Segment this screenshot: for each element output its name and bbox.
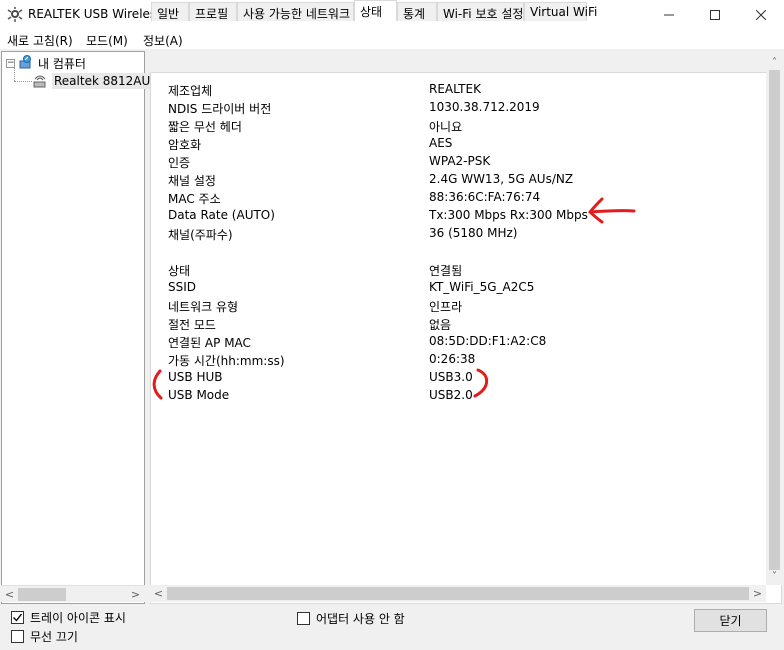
wireless-adapter-icon bbox=[33, 75, 46, 88]
tree-horizontal-scrollbar[interactable]: < > bbox=[1, 585, 145, 602]
scroll-thumb[interactable] bbox=[18, 588, 66, 601]
scroll-right-icon[interactable]: > bbox=[127, 586, 144, 603]
label-manufacturer: 제조업체 bbox=[168, 84, 213, 98]
value-ap-mac: 08:5D:DD:F1:A2:C8 bbox=[429, 334, 547, 348]
label-data-rate: Data Rate (AUTO) bbox=[168, 208, 275, 222]
label-power-save: 절전 모드 bbox=[168, 318, 216, 332]
menu-bar: 새로 고침(R) 모드(M) 정보(A) bbox=[0, 30, 784, 49]
scroll-up-icon[interactable]: ˄ bbox=[766, 54, 783, 71]
label-authentication: 인증 bbox=[168, 156, 191, 170]
close-button[interactable]: 닫기 bbox=[694, 609, 767, 632]
realtek-app-icon bbox=[7, 7, 23, 22]
menu-refresh[interactable]: 새로 고침(R) bbox=[7, 32, 73, 49]
value-authentication: WPA2-PSK bbox=[429, 154, 491, 168]
scroll-right-icon[interactable]: > bbox=[749, 585, 766, 602]
menu-mode[interactable]: 모드(M) bbox=[86, 32, 128, 49]
disable-adapter-label: 어댑터 사용 안 함 bbox=[316, 612, 405, 626]
tab-statistics[interactable]: 통계 bbox=[397, 2, 437, 21]
tree-child-label: Realtek 8812AU bbox=[52, 73, 153, 89]
checkmark-icon bbox=[13, 613, 23, 622]
collapse-icon[interactable]: − bbox=[6, 58, 15, 68]
maximize-icon bbox=[710, 10, 720, 20]
close-icon bbox=[756, 10, 766, 20]
label-uptime: 가동 시간(hh:mm:ss) bbox=[168, 354, 285, 368]
label-channel-frequency: 채널(주파수) bbox=[168, 228, 233, 242]
tab-wps[interactable]: Wi-Fi 보호 설정 bbox=[437, 2, 524, 21]
label-network-type: 네트워크 유형 bbox=[168, 300, 239, 314]
close-window-button[interactable] bbox=[738, 0, 784, 30]
radio-off-checkbox[interactable] bbox=[11, 630, 24, 643]
value-network-type: 인프라 bbox=[429, 300, 463, 314]
tab-status[interactable]: 상태 bbox=[354, 0, 397, 21]
value-power-save: 없음 bbox=[429, 318, 452, 332]
value-ssid: KT_WiFi_5G_A2C5 bbox=[429, 280, 535, 294]
tab-profile[interactable]: 프로필 bbox=[189, 2, 237, 21]
value-channel-frequency: 36 (5180 MHz) bbox=[429, 226, 518, 240]
value-short-preamble: 아니요 bbox=[429, 120, 463, 134]
label-ssid: SSID bbox=[168, 280, 197, 294]
content-horizontal-scrollbar[interactable]: < > bbox=[150, 585, 766, 602]
tree-item-my-computer[interactable]: − 내 컴퓨터 bbox=[6, 54, 86, 72]
tree-root-label: 내 컴퓨터 bbox=[38, 56, 86, 71]
menu-about[interactable]: 정보(A) bbox=[143, 32, 183, 49]
disable-adapter-checkbox-row[interactable]: 어댑터 사용 안 함 bbox=[297, 610, 405, 627]
radio-off-label: 무선 끄기 bbox=[30, 630, 78, 644]
tray-icon-checkbox[interactable] bbox=[11, 611, 24, 624]
label-status: 상태 bbox=[168, 264, 191, 278]
label-usb-mode: USB Mode bbox=[168, 388, 230, 402]
value-usb-hub: USB3.0 bbox=[429, 370, 473, 384]
scroll-thumb[interactable] bbox=[167, 587, 749, 600]
label-ap-mac: 연결된 AP MAC bbox=[168, 336, 251, 350]
tab-general[interactable]: 일반 bbox=[151, 2, 189, 21]
minimize-icon bbox=[664, 14, 674, 16]
radio-off-checkbox-row[interactable]: 무선 끄기 bbox=[11, 628, 78, 645]
tray-icon-checkbox-row[interactable]: 트레이 아이콘 표시 bbox=[11, 609, 126, 626]
scroll-left-icon[interactable]: < bbox=[1, 586, 18, 603]
value-manufacturer: REALTEK bbox=[429, 82, 481, 96]
tree-connector bbox=[14, 81, 32, 82]
scroll-down-icon[interactable]: ˅ bbox=[766, 568, 783, 585]
content-vertical-scrollbar[interactable]: ˅ bbox=[766, 54, 783, 585]
label-mac-address: MAC 주소 bbox=[168, 192, 221, 206]
value-uptime: 0:26:38 bbox=[429, 352, 476, 366]
value-mac-address: 88:36:6C:FA:76:74 bbox=[429, 190, 541, 204]
minimize-button[interactable] bbox=[646, 0, 692, 30]
label-short-preamble: 짧은 무선 헤더 bbox=[168, 120, 242, 134]
maximize-button[interactable] bbox=[692, 0, 738, 30]
status-panel: 제조업체 REALTEK NDIS 드라이버 버전 1030.38.712.20… bbox=[150, 72, 782, 604]
label-ndis-version: NDIS 드라이버 버전 bbox=[168, 102, 272, 116]
value-encryption: AES bbox=[429, 136, 453, 150]
label-encryption: 암호화 bbox=[168, 138, 202, 152]
value-usb-mode: USB2.0 bbox=[429, 388, 473, 402]
disable-adapter-checkbox[interactable] bbox=[297, 612, 310, 625]
value-data-rate: Tx:300 Mbps Rx:300 Mbps bbox=[429, 208, 588, 222]
tab-available-networks[interactable]: 사용 가능한 네트워크 bbox=[237, 2, 354, 21]
value-status: 연결됨 bbox=[429, 264, 463, 278]
tree-item-adapter[interactable]: Realtek 8812AU bbox=[32, 72, 153, 90]
scroll-thumb[interactable] bbox=[769, 70, 780, 570]
tab-virtual-wifi[interactable]: Virtual WiFi bbox=[524, 2, 597, 21]
scroll-left-icon[interactable]: < bbox=[150, 585, 167, 602]
value-channel-plan: 2.4G WW13, 5G AUs/NZ bbox=[429, 172, 574, 186]
label-usb-hub: USB HUB bbox=[168, 370, 223, 384]
label-channel-plan: 채널 설정 bbox=[168, 174, 216, 188]
value-ndis-version: 1030.38.712.2019 bbox=[429, 100, 540, 114]
computer-network-icon bbox=[19, 55, 31, 69]
device-tree: − 내 컴퓨터 Realtek 8812AU bbox=[1, 51, 153, 604]
tray-icon-label: 트레이 아이콘 표시 bbox=[30, 611, 126, 625]
